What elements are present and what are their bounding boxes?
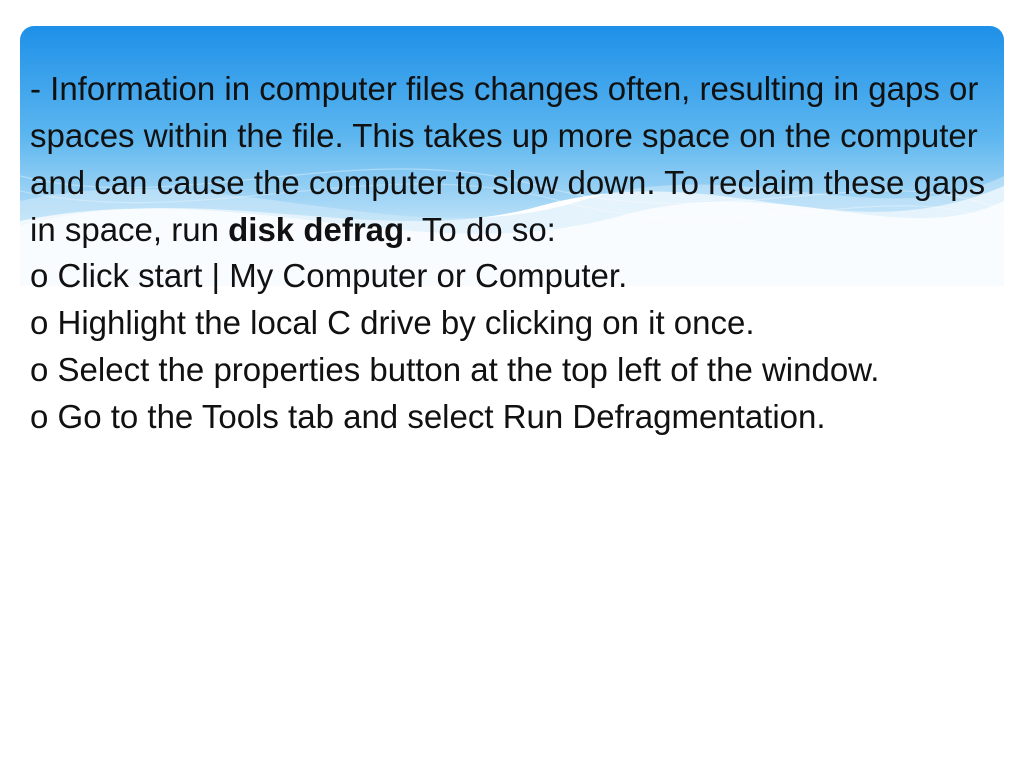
intro-text: - Information in computer files changes … bbox=[30, 70, 985, 248]
intro-tail: . To do so: bbox=[404, 211, 556, 248]
step-4: o Go to the Tools tab and select Run Def… bbox=[30, 394, 994, 441]
step-2: o Highlight the local C drive by clickin… bbox=[30, 300, 994, 347]
step-3: o Select the properties button at the to… bbox=[30, 347, 994, 394]
step-1: o Click start | My Computer or Computer. bbox=[30, 253, 994, 300]
slide: - Information in computer files changes … bbox=[20, 26, 1004, 742]
intro-bold: disk defrag bbox=[228, 211, 404, 248]
slide-text: - Information in computer files changes … bbox=[30, 66, 994, 441]
